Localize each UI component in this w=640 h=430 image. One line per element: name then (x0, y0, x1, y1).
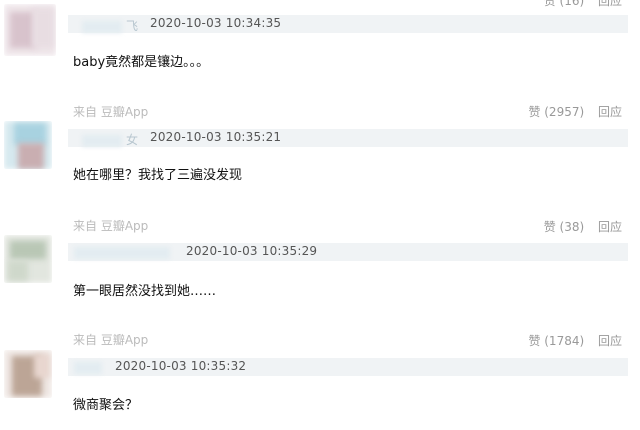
username-redacted (82, 20, 122, 33)
comment-actions: 赞 (38) 回应 (534, 218, 622, 235)
comment-text: 第一眼居然没找到她…… (73, 284, 217, 299)
comment-source: 来自 豆瓣App (73, 219, 149, 233)
like-button[interactable]: 赞 (1784) (528, 334, 584, 348)
username-link[interactable]: 飞 (82, 17, 138, 34)
username-link[interactable] (74, 360, 106, 374)
comment-actions: 赞 (1784) 回应 (518, 332, 622, 349)
reply-button[interactable]: 回应 (598, 105, 622, 119)
avatar[interactable] (4, 121, 52, 169)
comment-timestamp: 2020-10-03 10:35:32 (115, 359, 247, 373)
avatar[interactable] (4, 4, 56, 56)
username-link[interactable]: 女 (82, 131, 138, 148)
comment-text: baby竟然都是镶边。。。 (73, 55, 210, 70)
comment-meta-bar: 女 2020-10-03 10:35:21 (68, 129, 628, 147)
comment-source: 来自 豆瓣App (73, 105, 149, 119)
reply-button[interactable]: 回应 (598, 334, 622, 348)
comment-meta-bar: 飞 2020-10-03 10:34:35 (68, 15, 628, 33)
avatar[interactable] (4, 350, 52, 398)
comment-meta-bar: 2020-10-03 10:35:32 (68, 358, 628, 376)
username-redacted (74, 361, 102, 374)
reply-button[interactable]: 回应 (598, 220, 622, 234)
comment-source: 来自 豆瓣App (73, 333, 149, 347)
comment-actions: 赞 (16) 回应 (534, 0, 622, 9)
comment-timestamp: 2020-10-03 10:34:35 (150, 16, 282, 30)
comment-text: 微商聚会？ (73, 398, 139, 413)
comment-actions: 赞 (2957) 回应 (518, 103, 622, 120)
like-button[interactable]: 赞 (38) (544, 220, 584, 234)
username-link[interactable] (74, 245, 174, 259)
comment-meta-bar: 2020-10-03 10:35:29 (68, 243, 628, 261)
like-button[interactable]: 赞 (16) (544, 0, 584, 8)
like-button[interactable]: 赞 (2957) (528, 105, 584, 119)
comment-timestamp: 2020-10-03 10:35:29 (186, 244, 318, 258)
username-redacted (82, 134, 122, 147)
comment-text: 她在哪里？我找了三遍没发现 (73, 168, 243, 183)
avatar[interactable] (4, 235, 52, 283)
username-redacted (74, 246, 170, 259)
comment-timestamp: 2020-10-03 10:35:21 (150, 130, 282, 144)
reply-button[interactable]: 回应 (598, 0, 622, 8)
